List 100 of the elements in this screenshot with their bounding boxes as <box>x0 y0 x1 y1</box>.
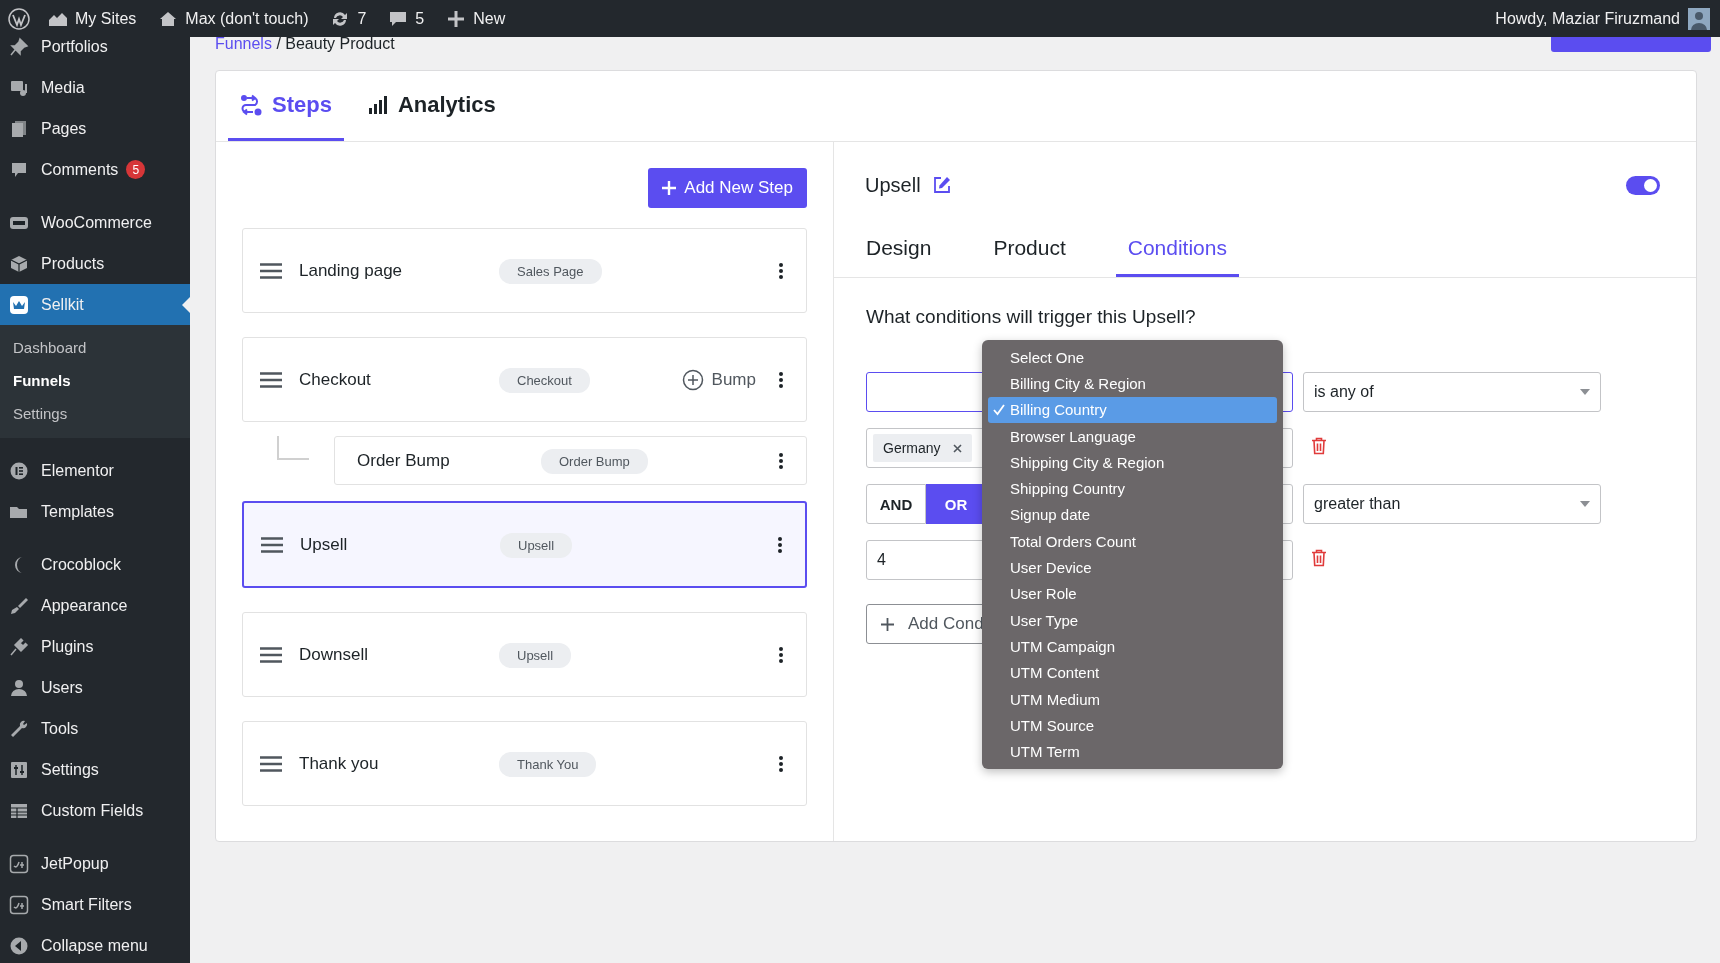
step-card[interactable]: Order Bump Order Bump <box>334 436 807 485</box>
sidebar-item[interactable]: Pages <box>0 108 190 149</box>
sidebar-item[interactable]: Plugins <box>0 626 190 667</box>
count-badge: 5 <box>126 160 146 179</box>
drag-handle-icon[interactable] <box>260 371 282 388</box>
sidebar-item[interactable]: WooCommerce <box>0 202 190 243</box>
logic-toggle-button[interactable]: AND <box>866 484 926 524</box>
step-type-tag: Order Bump <box>541 448 648 474</box>
dropdown-option[interactable]: Select One <box>988 344 1277 371</box>
person-icon <box>9 677 29 698</box>
kebab-menu-icon[interactable] <box>777 535 783 554</box>
tab[interactable]: Analytics <box>355 71 508 141</box>
circle-icon <box>9 460 29 481</box>
operator-select[interactable]: greater than <box>1303 484 1601 524</box>
brush-icon <box>9 595 29 616</box>
dropdown-option[interactable]: User Device <box>988 554 1277 581</box>
sidebar-item[interactable]: Portfolios <box>0 37 190 67</box>
dropdown-option[interactable]: UTM Medium <box>988 685 1277 713</box>
dropdown-option[interactable]: Signup date <box>988 501 1277 529</box>
submenu-item[interactable]: Dashboard <box>0 331 190 364</box>
trash-icon[interactable] <box>1311 549 1327 567</box>
bump-button[interactable]: Bump <box>681 368 756 391</box>
submenu-item[interactable]: Funnels <box>0 364 190 397</box>
dropdown-option[interactable]: User Type <box>988 606 1277 634</box>
toolbar-item[interactable]: 5 <box>388 8 425 29</box>
sidebar-item[interactable]: Settings <box>0 749 190 790</box>
step-card[interactable]: Upsell Upsell <box>242 501 807 588</box>
pin-icon <box>9 37 29 57</box>
step-card[interactable]: Checkout Checkout Bump <box>242 337 807 422</box>
sliders-icon <box>9 759 29 780</box>
operator-select[interactable]: is any of <box>1303 372 1601 412</box>
dropdown-option[interactable]: UTM Term <box>988 738 1277 765</box>
step-card[interactable]: Downsell Upsell <box>242 612 807 697</box>
dropdown-option[interactable]: UTM Campaign <box>988 633 1277 660</box>
dropdown-option[interactable]: User Role <box>988 580 1277 607</box>
sidebar-item[interactable]: Comments 5 <box>0 149 190 190</box>
collapse-icon <box>9 935 29 956</box>
toolbar-item[interactable]: New <box>446 8 506 29</box>
sidebar-item[interactable]: Tools <box>0 708 190 749</box>
breadcrumb-link[interactable]: Funnels <box>215 35 272 52</box>
sidebar-item[interactable]: Products <box>0 243 190 284</box>
dropdown-option[interactable]: Shipping City & Region <box>988 449 1277 476</box>
drag-handle-icon[interactable] <box>260 262 282 279</box>
tab[interactable]: Product <box>981 222 1078 277</box>
kebab-menu-icon[interactable] <box>778 645 784 664</box>
rounded-square-icon <box>9 894 29 915</box>
add-step-button[interactable]: Add New Step <box>648 168 807 208</box>
step-card[interactable]: Landing page Sales Page <box>242 228 807 313</box>
drag-handle-icon[interactable] <box>260 646 282 663</box>
toolbar-item[interactable]: 7 <box>330 8 367 29</box>
close-icon[interactable] <box>952 443 962 453</box>
dropdown-option[interactable]: Billing City & Region <box>988 370 1277 397</box>
plug-icon <box>9 636 29 657</box>
kebab-menu-icon[interactable] <box>778 261 784 280</box>
toolbar-item[interactable]: My Sites <box>48 8 137 29</box>
drag-handle-icon[interactable] <box>260 755 282 772</box>
step-name: Landing page <box>299 260 404 281</box>
step-type-tag: Upsell <box>500 532 573 558</box>
trash-icon[interactable] <box>1311 437 1327 455</box>
caret-icon <box>1580 389 1590 395</box>
dropdown-option[interactable]: UTM Content <box>988 659 1277 686</box>
sidebar-item[interactable]: JetPopup <box>0 843 190 884</box>
step-type-tag: Sales Page <box>499 258 602 284</box>
sidebar-item[interactable]: Custom Fields <box>0 790 190 831</box>
submenu-item[interactable]: Settings <box>0 397 190 430</box>
plus-circle-icon <box>681 368 704 391</box>
wordpress-logo-icon <box>8 7 30 30</box>
enable-toggle[interactable] <box>1626 175 1660 195</box>
cube-icon <box>9 253 29 274</box>
breadcrumb: Funnels / Beauty Product <box>215 35 395 53</box>
dropdown-option[interactable]: UTM Source <box>988 712 1277 739</box>
kebab-menu-icon[interactable] <box>778 451 784 470</box>
dropdown-option[interactable]: Shipping Country <box>988 475 1277 502</box>
caret-icon <box>1580 501 1590 507</box>
tab[interactable]: Conditions <box>1115 222 1239 277</box>
edit-icon[interactable] <box>932 176 951 194</box>
toolbar-item[interactable]: Max (don't touch) <box>158 8 309 29</box>
avatar-icon[interactable] <box>1688 7 1710 30</box>
sidebar-item[interactable]: Crocoblock <box>0 544 190 585</box>
step-card[interactable]: Thank you Thank You <box>242 721 807 806</box>
sidebar-item[interactable]: Appearance <box>0 585 190 626</box>
drag-handle-icon[interactable] <box>261 536 283 553</box>
step-name: Downsell <box>299 644 369 665</box>
sidebar-item[interactable]: Elementor <box>0 450 190 491</box>
dropdown-option[interactable]: Total Orders Count <box>988 528 1277 555</box>
page-icon <box>9 118 29 139</box>
greeting[interactable]: Howdy, Maziar Firuzmand <box>1495 9 1680 28</box>
tab[interactable]: Steps <box>228 71 344 141</box>
sidebar-item[interactable]: Collapse menu <box>0 925 190 963</box>
sidebar-item[interactable]: Sellkit <box>0 284 190 325</box>
tab[interactable]: Design <box>854 222 944 277</box>
sidebar-item[interactable]: Smart Filters <box>0 884 190 925</box>
dropdown-option[interactable]: Browser Language <box>988 422 1277 450</box>
sidebar-item[interactable]: Users <box>0 667 190 708</box>
step-name: Thank you <box>299 753 380 774</box>
kebab-menu-icon[interactable] <box>778 754 784 773</box>
tag-chip: Germany <box>873 434 972 462</box>
sidebar-item[interactable]: Templates <box>0 491 190 532</box>
sidebar-item[interactable]: Media <box>0 67 190 108</box>
kebab-menu-icon[interactable] <box>778 370 784 389</box>
